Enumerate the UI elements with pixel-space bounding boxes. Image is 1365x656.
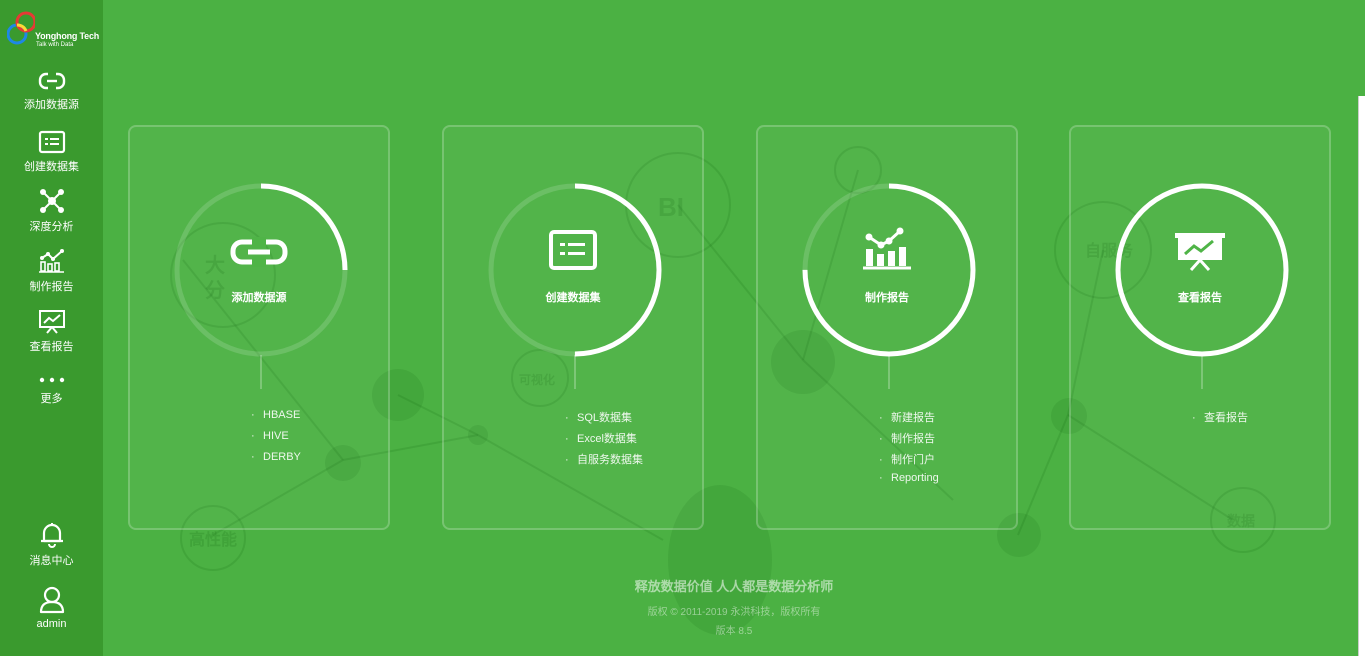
card-title: 添加数据源 <box>231 292 287 304</box>
card-item-list: 查看报告 <box>1192 409 1248 430</box>
sidebar-item-deep-analysis[interactable]: 深度分析 <box>0 188 103 244</box>
link-icon <box>38 71 65 91</box>
footer-version: 版本 8.5 <box>715 626 753 637</box>
list-item[interactable]: 制作门户 <box>879 451 939 472</box>
card-item-list: SQL数据集 Excel数据集 自服务数据集 <box>565 409 643 472</box>
user-icon <box>39 586 64 614</box>
presentation-icon <box>1175 233 1225 272</box>
card-stem <box>1201 355 1203 389</box>
list-item[interactable]: HBASE <box>251 409 301 430</box>
presentation-icon <box>38 310 65 334</box>
logo-rings-icon <box>7 11 35 45</box>
chart-icon <box>38 249 64 273</box>
card-stem <box>574 355 576 389</box>
brand-logo[interactable]: Yonghong Tech Talk with Data <box>5 8 100 50</box>
card-item-list: HBASE HIVE DERBY <box>251 409 301 472</box>
list-item[interactable]: 查看报告 <box>1192 409 1248 430</box>
sidebar: Yonghong Tech Talk with Data 添加数据源 创建数据集… <box>0 0 103 656</box>
list-item[interactable]: 自服务数据集 <box>565 451 643 472</box>
card-stem <box>888 355 890 389</box>
more-icon <box>39 377 64 383</box>
card-view-report[interactable]: 查看报告 查看报告 <box>1069 125 1331 530</box>
sidebar-item-label: 消息中心 <box>29 555 74 567</box>
list-item[interactable]: HIVE <box>251 430 301 451</box>
sidebar-item-label: 创建数据集 <box>24 161 79 173</box>
list-item[interactable]: SQL数据集 <box>565 409 643 430</box>
sidebar-item-view-report[interactable]: 查看报告 <box>0 309 103 365</box>
sidebar-item-create-dataset[interactable]: 创建数据集 <box>0 130 103 186</box>
card-title: 创建数据集 <box>545 292 601 304</box>
card-stem <box>260 355 262 389</box>
network-icon <box>39 189 64 213</box>
list-item[interactable]: 制作报告 <box>879 430 939 451</box>
sidebar-item-add-datasource[interactable]: 添加数据源 <box>0 70 103 126</box>
footer-copyright: 版权 © 2011-2019 永洪科技，版权所有 <box>647 607 821 618</box>
card-create-dataset[interactable]: 创建数据集 SQL数据集 Excel数据集 自服务数据集 <box>442 125 704 530</box>
brand-name: Yonghong Tech <box>35 31 100 41</box>
footer-slogan: 释放数据价值 人人都是数据分析师 <box>634 579 834 594</box>
sidebar-item-messages[interactable]: 消息中心 <box>0 522 103 578</box>
dataset-icon <box>549 230 597 270</box>
card-item-list: 新建报告 制作报告 制作门户 Reporting <box>879 409 939 493</box>
bubble-high-performance: 高性能 <box>189 530 237 549</box>
list-item[interactable]: DERBY <box>251 451 301 472</box>
card-title: 制作报告 <box>865 292 909 304</box>
sidebar-item-label: 查看报告 <box>29 341 74 353</box>
brand-tagline: Talk with Data <box>36 42 74 48</box>
scroll-strip <box>1358 96 1365 656</box>
list-item[interactable]: 新建报告 <box>879 409 939 430</box>
list-item[interactable]: Reporting <box>879 472 939 493</box>
card-title: 查看报告 <box>1178 292 1222 304</box>
bell-icon <box>40 523 63 548</box>
card-add-datasource[interactable]: 添加数据源 HBASE HIVE DERBY <box>128 125 390 530</box>
sidebar-item-user[interactable]: admin <box>0 586 103 642</box>
sidebar-item-label: 制作报告 <box>29 281 74 293</box>
sidebar-item-more[interactable]: 更多 <box>0 374 103 430</box>
list-item[interactable]: Excel数据集 <box>565 430 643 451</box>
sidebar-item-label: 更多 <box>40 393 63 405</box>
link-icon <box>230 237 288 267</box>
card-make-report[interactable]: 制作报告 新建报告 制作报告 制作门户 Reporting <box>756 125 1018 530</box>
sidebar-item-label: 添加数据源 <box>24 99 79 111</box>
sidebar-item-make-report[interactable]: 制作报告 <box>0 248 103 304</box>
chart-icon <box>863 227 911 270</box>
sidebar-item-label: admin <box>36 618 67 630</box>
dataset-icon <box>38 130 65 154</box>
sidebar-item-label: 深度分析 <box>29 221 74 233</box>
